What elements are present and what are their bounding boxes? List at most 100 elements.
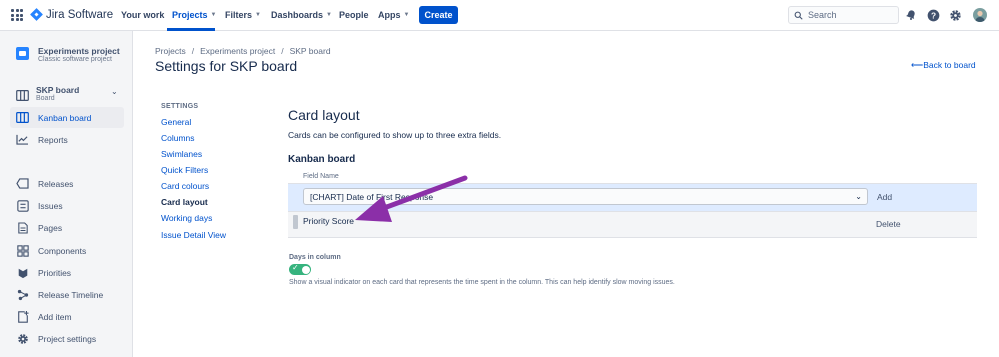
app-switcher-icon[interactable] [11, 9, 23, 21]
product-name: Jira Software [46, 8, 114, 21]
releases-icon [16, 177, 29, 190]
chevron-down-icon[interactable]: ⌄ [111, 87, 118, 96]
nav-label: People [339, 10, 369, 20]
nav-dashboards[interactable]: Dashboards ▼ [271, 10, 332, 20]
breadcrumb-board[interactable]: SKP board [290, 46, 331, 56]
settings-link-quick-filters[interactable]: Quick Filters [161, 165, 208, 175]
settings-link-columns[interactable]: Columns [161, 133, 195, 143]
nav-label: Your work [121, 10, 165, 20]
gear-icon[interactable] [948, 8, 962, 22]
gear-icon [16, 332, 29, 345]
back-arrow-icon: ⟵ [911, 60, 924, 70]
nav-filters[interactable]: Filters ▼ [225, 10, 261, 20]
days-in-column-toggle[interactable]: ✓ [289, 263, 311, 275]
page-title: Settings for SKP board [155, 58, 298, 74]
add-item-icon [16, 310, 29, 323]
breadcrumb-separator: / [281, 46, 284, 56]
priorities-icon [16, 266, 29, 279]
toggle-knob [301, 265, 310, 274]
sidebar-item-pages[interactable]: Pages [10, 217, 124, 238]
settings-link-issue-detail-view[interactable]: Issue Detail View [161, 230, 226, 240]
sidebar-item-priorities[interactable]: Priorities [10, 262, 124, 283]
project-avatar [16, 47, 29, 60]
help-icon[interactable]: ? [926, 8, 940, 22]
reports-icon [16, 133, 29, 146]
sidebar-item-label: Issues [38, 200, 63, 211]
board-switcher[interactable]: SKP board [36, 85, 79, 95]
chevron-down-icon: ▼ [210, 12, 217, 18]
chevron-down-icon: ▼ [255, 12, 261, 18]
breadcrumb-separator: / [191, 46, 195, 56]
add-field-button[interactable]: Add [877, 192, 892, 202]
settings-link-working-days[interactable]: Working days [161, 213, 212, 223]
search-input[interactable] [808, 10, 898, 20]
svg-text:?: ? [930, 10, 935, 20]
components-icon [16, 244, 29, 257]
sidebar-item-reports[interactable]: Reports [10, 129, 124, 150]
settings-heading: SETTINGS [161, 103, 199, 110]
project-name[interactable]: Experiments project [38, 46, 120, 56]
days-in-column-description: Show a visual indicator on each card tha… [289, 279, 675, 286]
field-row [288, 211, 977, 238]
sidebar-item-kanban-board[interactable]: Kanban board [10, 107, 124, 128]
settings-link-general[interactable]: General [161, 117, 191, 127]
jira-logo[interactable]: Jira Software [30, 8, 113, 21]
sidebar-item-label: Pages [38, 222, 63, 233]
check-icon: ✓ [292, 263, 299, 272]
back-link-label: Back to board [923, 60, 976, 70]
card-layout-title: Card layout [288, 107, 360, 123]
search-icon [794, 11, 803, 20]
delete-field-button[interactable]: Delete [876, 219, 901, 229]
sidebar-item-label: Reports [38, 134, 68, 145]
sidebar-item-label: Add item [38, 311, 72, 322]
annotation-arrow [355, 175, 468, 222]
nav-label: Apps [378, 10, 401, 20]
sidebar-item-issues[interactable]: Issues [10, 195, 124, 216]
nav-people[interactable]: People [339, 10, 369, 20]
breadcrumb: Projects / Experiments project / SKP boa… [155, 46, 331, 56]
sidebar-item-add-item[interactable]: Add item [10, 306, 124, 327]
board-icon [16, 88, 29, 106]
settings-link-swimlanes[interactable]: Swimlanes [161, 149, 202, 159]
days-in-column-label: Days in column [289, 254, 341, 261]
sidebar-item-label: Priorities [38, 267, 72, 278]
sidebar-item-label: Project settings [38, 333, 97, 344]
project-type: Classic software project [38, 56, 112, 63]
create-button[interactable]: Create [419, 6, 458, 24]
nav-label: Filters [225, 10, 253, 20]
nav-apps[interactable]: Apps ▼ [378, 10, 409, 20]
breadcrumb-project[interactable]: Experiments project [200, 46, 275, 56]
sidebar-item-release-timeline[interactable]: Release Timeline [10, 284, 124, 305]
top-navigation: Jira Software Your work Projects ▼ Filter… [0, 0, 999, 31]
pages-icon [16, 221, 29, 234]
nav-your-work[interactable]: Your work [121, 10, 164, 20]
sidebar-item-label: Kanban board [38, 112, 92, 123]
nav-label: Projects [172, 10, 208, 20]
sidebar-item-releases[interactable]: Releases [10, 173, 124, 194]
breadcrumb-projects[interactable]: Projects [155, 46, 186, 56]
chevron-down-icon: ▼ [326, 12, 332, 18]
nav-projects[interactable]: Projects ▼ [172, 10, 216, 20]
field-row-name: Priority Score [303, 216, 355, 226]
chevron-down-icon: ▼ [403, 12, 410, 18]
settings-link-card-layout[interactable]: Card layout [161, 197, 208, 207]
notifications-icon[interactable] [904, 8, 918, 22]
sidebar-item-label: Releases [38, 178, 74, 189]
search-box[interactable] [788, 6, 899, 24]
release-timeline-icon [16, 288, 29, 301]
back-to-board-link[interactable]: ⟵Back to board [911, 60, 976, 71]
issues-icon [16, 199, 29, 212]
card-layout-description: Cards can be configured to show up to th… [288, 130, 502, 140]
sidebar-item-components[interactable]: Components [10, 240, 124, 261]
kanban-board-icon [16, 111, 29, 124]
chevron-down-icon: ⌄ [855, 192, 862, 201]
field-name-header: Field Name [303, 173, 339, 180]
board-section-title: Kanban board [288, 154, 356, 165]
board-type: Board [36, 95, 55, 102]
sidebar-item-project-settings[interactable]: Project settings [10, 328, 124, 349]
drag-handle[interactable] [293, 215, 298, 229]
user-avatar[interactable] [973, 8, 987, 22]
field-select[interactable]: [CHART] Date of First Response ⌄ [303, 188, 868, 205]
settings-link-card-colours[interactable]: Card colours [161, 181, 209, 191]
active-nav-indicator [167, 28, 215, 31]
